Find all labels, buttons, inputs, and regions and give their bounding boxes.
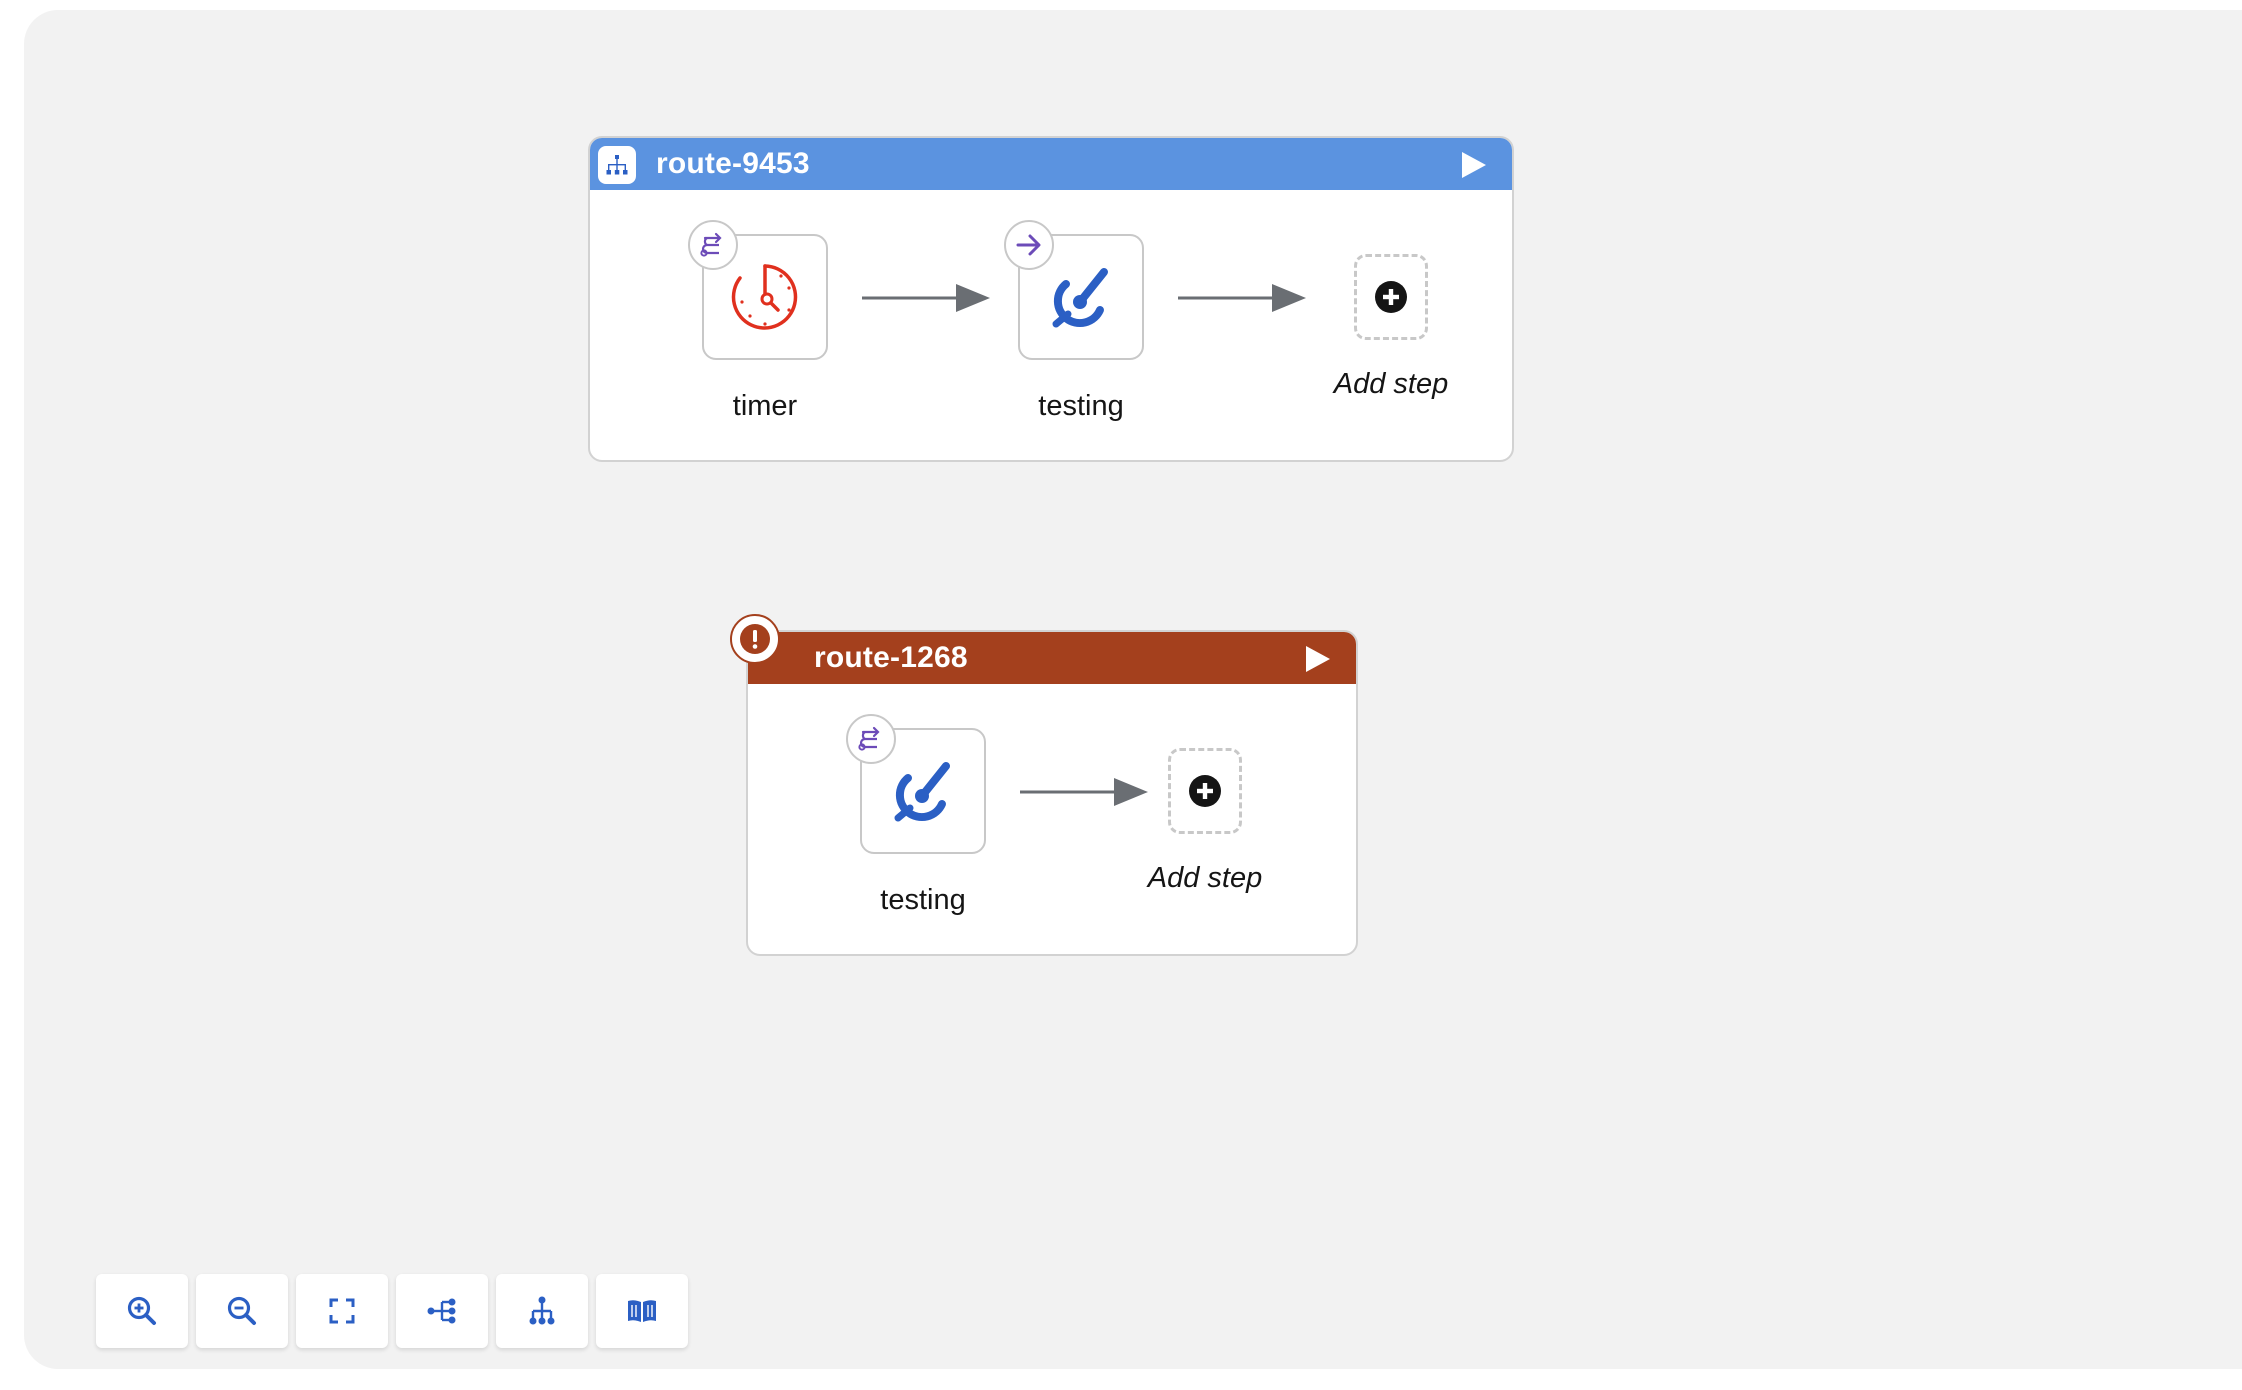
route-title: route-1268 [814, 641, 968, 674]
route-container-1268[interactable]: route-1268 testing Add step [746, 630, 1358, 956]
zoom-out-button[interactable] [196, 1274, 288, 1348]
book-icon [628, 1300, 656, 1322]
route-title: route-9453 [656, 147, 810, 180]
play-icon[interactable] [1458, 150, 1488, 180]
step-label: testing [880, 884, 966, 916]
edge-arrow [862, 284, 990, 312]
horizontal-layout-icon [427, 1298, 456, 1324]
add-step-button[interactable] [1354, 254, 1428, 340]
from-consumer-icon [846, 714, 896, 764]
edge-arrow [1178, 284, 1306, 312]
step-label: testing [1038, 390, 1124, 422]
plus-circle-icon [1375, 281, 1407, 313]
expand-icon [329, 1298, 355, 1324]
fit-to-screen-button[interactable] [296, 1274, 388, 1348]
to-arrow-icon [1004, 220, 1054, 270]
error-exclamation-icon[interactable] [730, 614, 780, 664]
log-endpoint-icon [1052, 268, 1108, 328]
log-endpoint-icon [894, 762, 950, 822]
vertical-layout-icon [529, 1296, 555, 1325]
visualization-canvas[interactable]: route-9453 timer testing Add step route-… [24, 10, 2242, 1369]
add-step-label: Add step [1147, 862, 1263, 894]
route-header[interactable]: route-1268 [748, 632, 1356, 684]
legend-button[interactable] [596, 1274, 688, 1348]
from-consumer-icon [688, 220, 738, 270]
route-container-9453[interactable]: route-9453 timer testing Add step [588, 136, 1514, 462]
edge-arrow [1020, 778, 1148, 806]
horizontal-layout-button[interactable] [396, 1274, 488, 1348]
plus-circle-icon [1189, 775, 1221, 807]
route-hierarchy-icon [598, 146, 636, 184]
vertical-layout-button[interactable] [496, 1274, 588, 1348]
step-label: timer [732, 390, 798, 422]
timer-icon [731, 264, 798, 330]
zoom-in-icon [127, 1296, 156, 1325]
route-header[interactable]: route-9453 [590, 138, 1512, 190]
play-icon[interactable] [1302, 644, 1332, 674]
canvas-toolbar [96, 1274, 696, 1348]
add-step-button[interactable] [1168, 748, 1242, 834]
zoom-in-button[interactable] [96, 1274, 188, 1348]
add-step-label: Add step [1333, 368, 1449, 400]
zoom-out-icon [227, 1296, 256, 1325]
